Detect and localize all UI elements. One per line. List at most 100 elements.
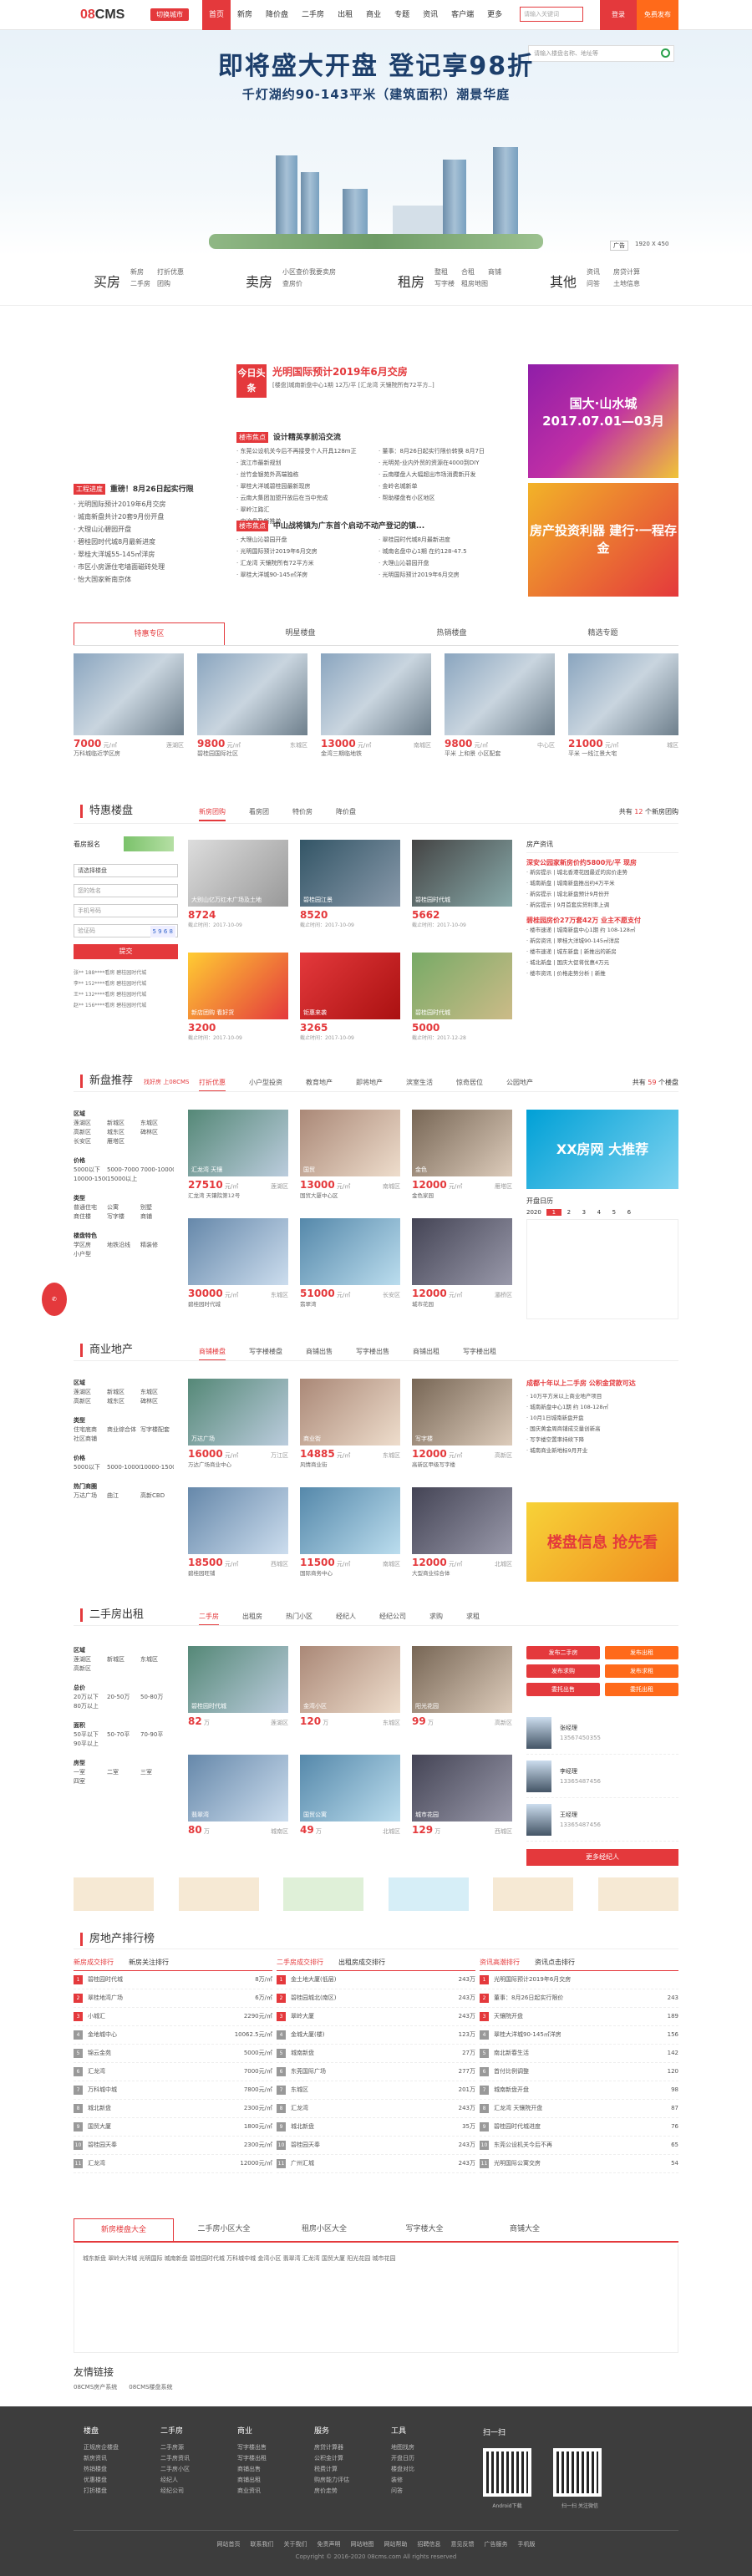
filter-option[interactable]: 高新区 <box>74 1397 107 1406</box>
ad-banner-right-1[interactable]: 国大·山水城 2017.07.01—03月 <box>528 364 678 478</box>
footer-link[interactable]: 经纪人 <box>160 2475 234 2486</box>
quick-link[interactable]: 房贷计算 <box>613 267 640 277</box>
filter-option[interactable]: 70-90平 <box>140 1730 174 1740</box>
rank-name[interactable]: 东莞公设机关今后不再 <box>494 2142 552 2148</box>
rank-tab[interactable]: 新房关注排行 <box>129 1955 169 1970</box>
quick-group-title[interactable]: 租房 <box>398 271 424 291</box>
news-item[interactable]: · 写字楼空置率持续下降 <box>526 1435 678 1446</box>
rank-row[interactable]: 4 翠桂大洋城90-145㎡洋房 156 <box>480 2026 678 2045</box>
agent-name[interactable]: 张经理 <box>560 1723 601 1733</box>
quick-link[interactable]: 整租 <box>434 267 448 277</box>
filter-option[interactable]: 莲湖区 <box>74 1655 107 1664</box>
filter-option[interactable]: 碑林区 <box>140 1397 174 1406</box>
post-action-button[interactable]: 发布求购 <box>526 1664 600 1678</box>
filter-option[interactable]: 50平以下 <box>74 1730 107 1740</box>
rank-tab[interactable]: 资讯点击排行 <box>535 1955 575 1970</box>
footer-link[interactable]: 热销楼盘 <box>84 2464 157 2475</box>
hot-card[interactable]: 7000 元/㎡ 莲湖区 万科城临近学区房 <box>74 653 184 758</box>
news-item[interactable]: · 光明国际预计2019年6月交房 <box>236 546 379 557</box>
news-item[interactable]: · 楼市资讯 | 价格走势分析 | 新推 <box>526 968 678 979</box>
property-photo[interactable] <box>300 1487 400 1554</box>
filter-option[interactable]: 别墅 <box>140 1203 174 1212</box>
rank-row[interactable]: 6 首付比例调整 120 <box>480 2063 678 2081</box>
section-tab[interactable]: 写字楼出租 <box>463 1347 496 1361</box>
news-item[interactable]: · 怡大国家新南京体 <box>74 573 224 586</box>
filter-option[interactable]: 7000-10000 <box>140 1166 174 1175</box>
property-photo[interactable] <box>74 653 184 735</box>
filter-option[interactable]: 高新区 <box>74 1128 107 1137</box>
news-item[interactable]: · 楼市速递 | 城东新盘 | 新推出的新房 <box>526 947 678 958</box>
footer-link[interactable]: 税费计算 <box>314 2464 388 2475</box>
top-nav-item[interactable]: 商业 <box>359 0 388 30</box>
filter-option[interactable]: 10000-15000 <box>140 1463 174 1472</box>
filter-option[interactable]: 二室 <box>107 1768 140 1777</box>
rank-row[interactable]: 8 城北新盘 2300元/㎡ <box>74 2100 272 2118</box>
property-photo[interactable]: 国贸公寓 <box>300 1755 400 1821</box>
rank-name[interactable]: 城南新盘开盘 <box>494 2086 529 2093</box>
news-item[interactable]: · 市区小房源住宅墙面磁砖处理 <box>74 561 224 573</box>
avatar[interactable] <box>526 1760 551 1792</box>
filter-option[interactable]: 50-80万 <box>140 1693 174 1702</box>
section-tab[interactable]: 看房团 <box>249 807 269 821</box>
apply-submit-button[interactable]: 提交 <box>74 944 178 959</box>
top-search-input[interactable]: 请输入关键词 <box>520 7 583 22</box>
top-nav-item[interactable]: 更多 <box>480 0 509 30</box>
hot-card[interactable]: 13000 元/㎡ 南城区 金湾三期临地铁 <box>321 653 431 758</box>
property-photo[interactable]: 碧桂园江景 <box>300 840 400 907</box>
apply-input[interactable]: 您的姓名 <box>74 884 178 897</box>
partner-logo[interactable] <box>283 1877 364 1911</box>
property-photo[interactable] <box>197 653 307 735</box>
footer-link[interactable]: 优惠楼盘 <box>84 2475 157 2486</box>
filter-option[interactable]: 精装修 <box>140 1241 174 1250</box>
rank-name[interactable]: 南北新春生活 <box>494 2050 529 2056</box>
filter-option[interactable]: 城东区 <box>107 1128 140 1137</box>
footer-link[interactable]: 问答 <box>391 2486 465 2497</box>
property-photo[interactable]: 碧桂园时代城 <box>412 953 512 1019</box>
top-nav-item[interactable]: 降价盘 <box>259 0 295 30</box>
section-tab[interactable]: 小户型投资 <box>249 1078 282 1092</box>
rank-name[interactable]: 万科城中城 <box>88 2086 117 2093</box>
rank-name[interactable]: 汇龙湾 <box>88 2068 105 2075</box>
apply-select[interactable]: 请选择楼盘 <box>74 864 178 877</box>
news-item[interactable]: · 金岭名城新单 <box>379 480 521 492</box>
directory-tab[interactable]: 写字楼大全 <box>374 2218 475 2241</box>
news-item[interactable]: · 10月1日城南新盘开盘 <box>526 1413 678 1424</box>
rank-name[interactable]: 光明国际公寓交房 <box>494 2160 541 2167</box>
filter-option[interactable]: 三室 <box>140 1768 174 1777</box>
news-item[interactable]: · 10万平方米以上商业地产项目 <box>526 1391 678 1402</box>
ershou-card[interactable]: 翡翠湾 80 万 城南区 <box>188 1755 288 1836</box>
filter-option[interactable]: 社区商铺 <box>74 1435 107 1444</box>
rank-name[interactable]: 广州汇城 <box>291 2160 314 2167</box>
rank-row[interactable]: 4 金地城中心 10062.5元/㎡ <box>74 2026 272 2045</box>
captcha-image[interactable]: 5 9 6 8 <box>150 926 175 937</box>
rank-name[interactable]: 首付比例调整 <box>494 2068 529 2075</box>
rank-row[interactable]: 10 碧桂园天奉 2300元/㎡ <box>74 2137 272 2155</box>
property-photo[interactable]: 金湾小区 <box>300 1646 400 1713</box>
property-photo[interactable] <box>188 1487 288 1554</box>
rank-tab[interactable]: 出租房成交排行 <box>338 1955 385 1970</box>
quick-link[interactable]: 土地信息 <box>613 279 640 288</box>
rank-row[interactable]: 11 广州汇城 243万 <box>277 2155 475 2173</box>
rank-name[interactable]: 东莞国际广场 <box>291 2068 326 2075</box>
news-item[interactable]: · 城南新盘 | 城南新盘推出约4万平米 <box>526 878 678 889</box>
rank-name[interactable]: 金城大厦(楼) <box>291 2031 324 2038</box>
footer-link[interactable]: 写字楼出租 <box>237 2453 311 2464</box>
headline-sub1[interactable]: [楼盘]城南新盘中心1期 12万/平 <box>272 382 358 389</box>
quick-link[interactable]: 团购 <box>157 279 170 288</box>
rank-row[interactable]: 9 碧桂园时代城进度 76 <box>480 2118 678 2137</box>
calendar-month[interactable]: 4 <box>592 1209 607 1216</box>
rank-name[interactable]: 汇龙湾 <box>291 2105 308 2111</box>
filter-option[interactable]: 5000-7000 <box>107 1166 140 1175</box>
filter-option[interactable]: 5000以下 <box>74 1166 107 1175</box>
ershou-card[interactable]: 阳光花园 99 万 高新区 <box>412 1646 512 1727</box>
news-item[interactable]: · 新房提示 | 城北香港花园最近的房价走势 <box>526 867 678 878</box>
post-action-button[interactable]: 发布二手房 <box>526 1646 600 1659</box>
section-tab[interactable]: 求购 <box>429 1612 443 1626</box>
rank-name[interactable]: 国贸大厦 <box>88 2123 111 2130</box>
rank-name[interactable]: 金地城中心 <box>88 2031 117 2038</box>
filter-option[interactable]: 15000以上 <box>107 1175 140 1184</box>
footer-bottom-link[interactable]: 联系我们 <box>251 2541 274 2548</box>
news-item[interactable]: · 帮助楼盘有小区地区 <box>379 492 521 504</box>
news-item[interactable]: · 光明苑-业内外贸的资源在4000到DIY <box>379 457 521 469</box>
avatar[interactable] <box>526 1803 551 1836</box>
